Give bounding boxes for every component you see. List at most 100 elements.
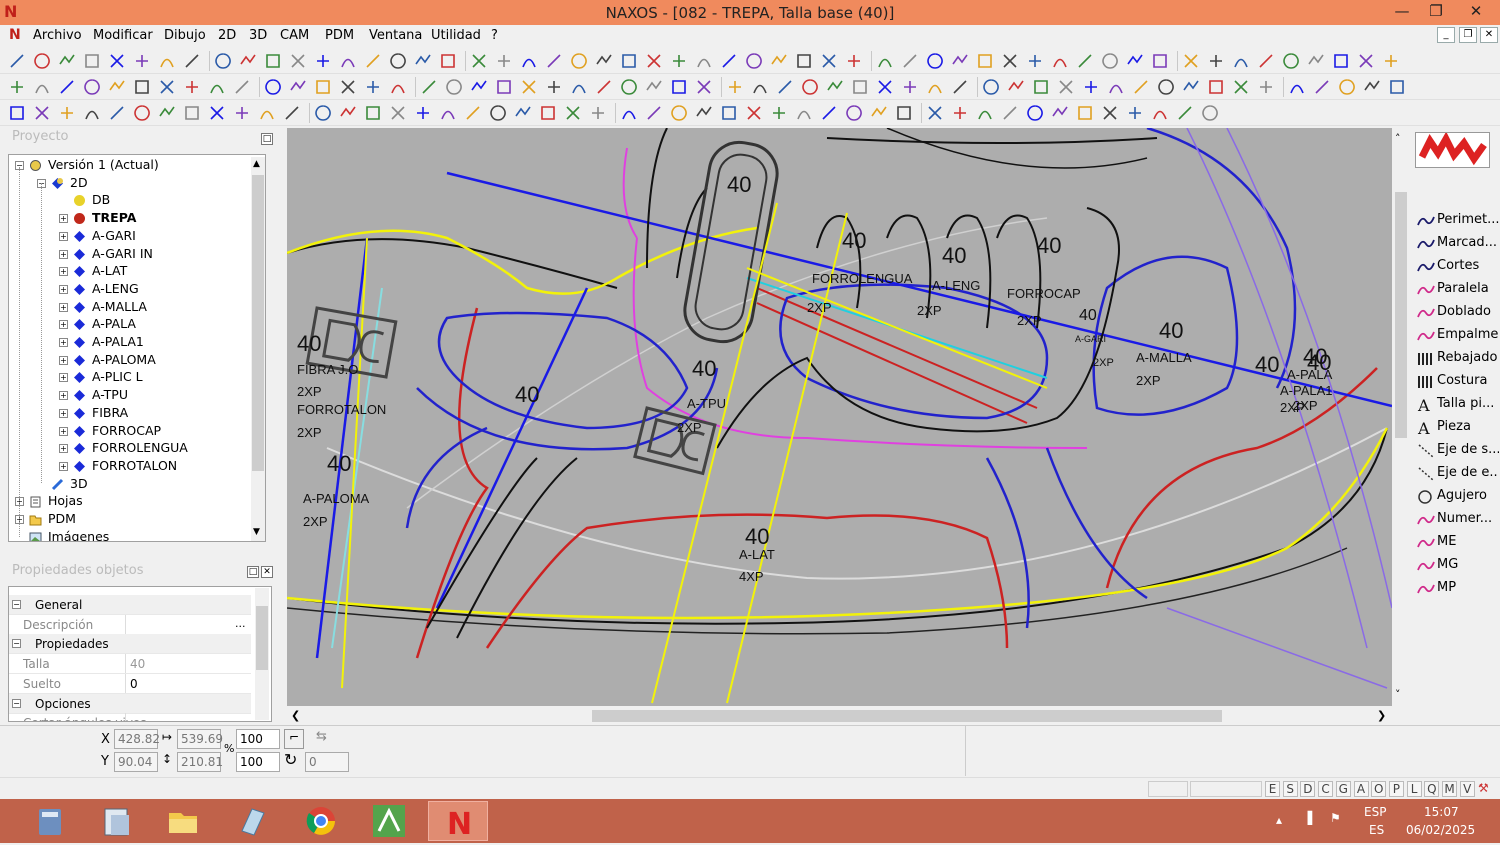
expand-icon[interactable]: + bbox=[59, 373, 68, 383]
tree-item[interactable]: + A-PALA bbox=[9, 316, 249, 333]
toolbar-tool-2-38-icon[interactable] bbox=[951, 78, 969, 96]
toolbar-tool-1-45-icon[interactable] bbox=[1126, 52, 1144, 70]
toolbar-tool-2-17-icon[interactable] bbox=[420, 78, 438, 96]
toolbar-tool-1-51-icon[interactable] bbox=[1282, 52, 1300, 70]
collapse-icon[interactable]: − bbox=[12, 639, 21, 649]
toolbar-tool-2-23-icon[interactable] bbox=[570, 78, 588, 96]
toolbar-tool-3-2-icon[interactable] bbox=[33, 104, 51, 122]
toolbar-tool-2-20-icon[interactable] bbox=[495, 78, 513, 96]
taskbar-chrome-icon[interactable] bbox=[291, 801, 351, 841]
tray-expand-icon[interactable]: ▴ bbox=[1276, 813, 1282, 827]
toolbar-tool-2-9-icon[interactable] bbox=[208, 78, 226, 96]
toolbar-tool-3-32-icon[interactable] bbox=[795, 104, 813, 122]
toolbar-tool-3-21-icon[interactable] bbox=[514, 104, 532, 122]
menu-help[interactable]: ? bbox=[491, 28, 498, 43]
mirror-icon[interactable]: ⇆ bbox=[316, 729, 346, 749]
toolbar-tool-2-3-icon[interactable] bbox=[58, 78, 76, 96]
toolbar-tool-2-30-icon[interactable] bbox=[751, 78, 769, 96]
tool-axis-button[interactable]: Eje de s... bbox=[1415, 440, 1499, 460]
tray-date[interactable]: 06/02/2025 bbox=[1406, 823, 1475, 837]
taskbar-green-app-icon[interactable] bbox=[359, 801, 419, 841]
expand-icon[interactable]: + bbox=[59, 391, 68, 401]
toolbar-tool-3-28-icon[interactable] bbox=[695, 104, 713, 122]
menu-archivo[interactable]: Archivo bbox=[33, 28, 82, 43]
properties-scroll-thumb[interactable] bbox=[256, 606, 268, 670]
toolbar-tool-1-33-icon[interactable] bbox=[820, 52, 838, 70]
toolbar-tool-1-50-icon[interactable] bbox=[1257, 52, 1275, 70]
properties-close-icon[interactable]: ✕ bbox=[261, 566, 273, 578]
browse-button[interactable]: ... bbox=[235, 617, 246, 630]
toolbar-tool-1-31-icon[interactable] bbox=[770, 52, 788, 70]
toolbar-tool-2-15-icon[interactable] bbox=[364, 78, 382, 96]
tree-item[interactable]: −2D bbox=[9, 175, 249, 192]
expand-icon[interactable]: + bbox=[59, 267, 68, 277]
toolbar-tool-1-20-icon[interactable] bbox=[495, 52, 513, 70]
property-row[interactable]: Cortar ángulos vivos bbox=[9, 713, 251, 721]
expand-icon[interactable]: + bbox=[59, 284, 68, 294]
toolbar-tool-2-19-icon[interactable] bbox=[470, 78, 488, 96]
tool-stitch-button[interactable]: Costura bbox=[1415, 371, 1499, 391]
taskbar-calculator-icon[interactable] bbox=[20, 801, 80, 841]
property-row[interactable]: Talla 40 bbox=[9, 654, 251, 675]
tree-item[interactable]: + A-PLIC L bbox=[9, 369, 249, 386]
snap-mode-toggle[interactable]: V bbox=[1459, 781, 1475, 797]
toolbar-tool-3-6-icon[interactable] bbox=[133, 104, 151, 122]
toolbar-tool-3-37-icon[interactable] bbox=[926, 104, 944, 122]
toolbar-tool-3-14-icon[interactable] bbox=[339, 104, 357, 122]
tree-item[interactable]: + A-PALOMA bbox=[9, 352, 249, 369]
toolbar-tool-1-53-icon[interactable] bbox=[1332, 52, 1350, 70]
canvas-horizontal-scrollbar[interactable]: ❮ ❯ bbox=[287, 707, 1392, 725]
toolbar-tool-2-49-icon[interactable] bbox=[1232, 78, 1250, 96]
toolbar-tool-2-22-icon[interactable] bbox=[545, 78, 563, 96]
tool-mg-button[interactable]: MG bbox=[1415, 555, 1499, 575]
toolbar-tool-3-25-icon[interactable] bbox=[620, 104, 638, 122]
toolbar-tool-3-7-icon[interactable] bbox=[158, 104, 176, 122]
project-panel-pin-icon[interactable]: □ bbox=[261, 133, 273, 145]
expand-icon[interactable]: + bbox=[59, 444, 68, 454]
tree-item[interactable]: + A-LENG bbox=[9, 281, 249, 298]
toolbar-tool-2-36-icon[interactable] bbox=[901, 78, 919, 96]
snap-mode-toggle[interactable]: Q bbox=[1424, 781, 1440, 797]
tree-item[interactable]: + A-GARI IN bbox=[9, 246, 249, 263]
tree-item[interactable]: + A-TPU bbox=[9, 387, 249, 404]
toolbar-tool-2-25-icon[interactable] bbox=[620, 78, 638, 96]
property-value-field[interactable] bbox=[125, 713, 249, 721]
toolbar-tool-2-16-icon[interactable] bbox=[389, 78, 407, 96]
tray-language-layout[interactable]: ES bbox=[1369, 823, 1384, 837]
toolbar-tool-1-4-icon[interactable] bbox=[83, 52, 101, 70]
toolbar-tool-1-27-icon[interactable] bbox=[670, 52, 688, 70]
toolbar-tool-3-4-icon[interactable] bbox=[83, 104, 101, 122]
toolbar-tool-2-37-icon[interactable] bbox=[926, 78, 944, 96]
toolbar-tool-2-31-icon[interactable] bbox=[776, 78, 794, 96]
toolbar-tool-2-34-icon[interactable] bbox=[851, 78, 869, 96]
property-value-field[interactable] bbox=[125, 614, 249, 634]
snap-mode-toggle[interactable]: O bbox=[1371, 781, 1387, 797]
toolbar-tool-3-27-icon[interactable] bbox=[670, 104, 688, 122]
toolbar-tool-1-6-icon[interactable] bbox=[133, 52, 151, 70]
toolbar-tool-2-24-icon[interactable] bbox=[595, 78, 613, 96]
toolbar-tool-3-20-icon[interactable] bbox=[489, 104, 507, 122]
property-group[interactable]: − General bbox=[9, 595, 251, 615]
tool-perimeter-button[interactable]: Perimet... bbox=[1415, 210, 1499, 230]
scroll-right-icon[interactable]: ❯ bbox=[1377, 709, 1386, 722]
toolbar-tool-3-17-icon[interactable] bbox=[414, 104, 432, 122]
toolbar-tool-2-13-icon[interactable] bbox=[314, 78, 332, 96]
toolbar-tool-3-35-icon[interactable] bbox=[870, 104, 888, 122]
toolbar-tool-3-15-icon[interactable] bbox=[364, 104, 382, 122]
toolbar-tool-3-40-icon[interactable] bbox=[1001, 104, 1019, 122]
toolbar-tool-2-40-icon[interactable] bbox=[1007, 78, 1025, 96]
toolbar-tool-1-34-icon[interactable] bbox=[845, 52, 863, 70]
tool-number-button[interactable]: Numer... bbox=[1415, 509, 1499, 529]
toolbar-tool-2-39-icon[interactable] bbox=[982, 78, 1000, 96]
snap-mode-toggle[interactable]: S bbox=[1282, 781, 1298, 797]
property-row[interactable]: Suelto 0 bbox=[9, 673, 251, 694]
toolbar-tool-3-46-icon[interactable] bbox=[1151, 104, 1169, 122]
mdi-minimize-button[interactable]: _ bbox=[1437, 27, 1455, 43]
toolbar-tool-1-12-icon[interactable] bbox=[289, 52, 307, 70]
width-field[interactable]: 539.69 bbox=[177, 729, 223, 749]
toolbar-tool-2-43-icon[interactable] bbox=[1082, 78, 1100, 96]
scroll-up-icon[interactable]: ˄ bbox=[1395, 132, 1401, 145]
toolbar-tool-2-52-icon[interactable] bbox=[1313, 78, 1331, 96]
tool-piece-text-button[interactable]: A Pieza bbox=[1415, 417, 1499, 437]
snap-mode-toggle[interactable]: C bbox=[1318, 781, 1334, 797]
